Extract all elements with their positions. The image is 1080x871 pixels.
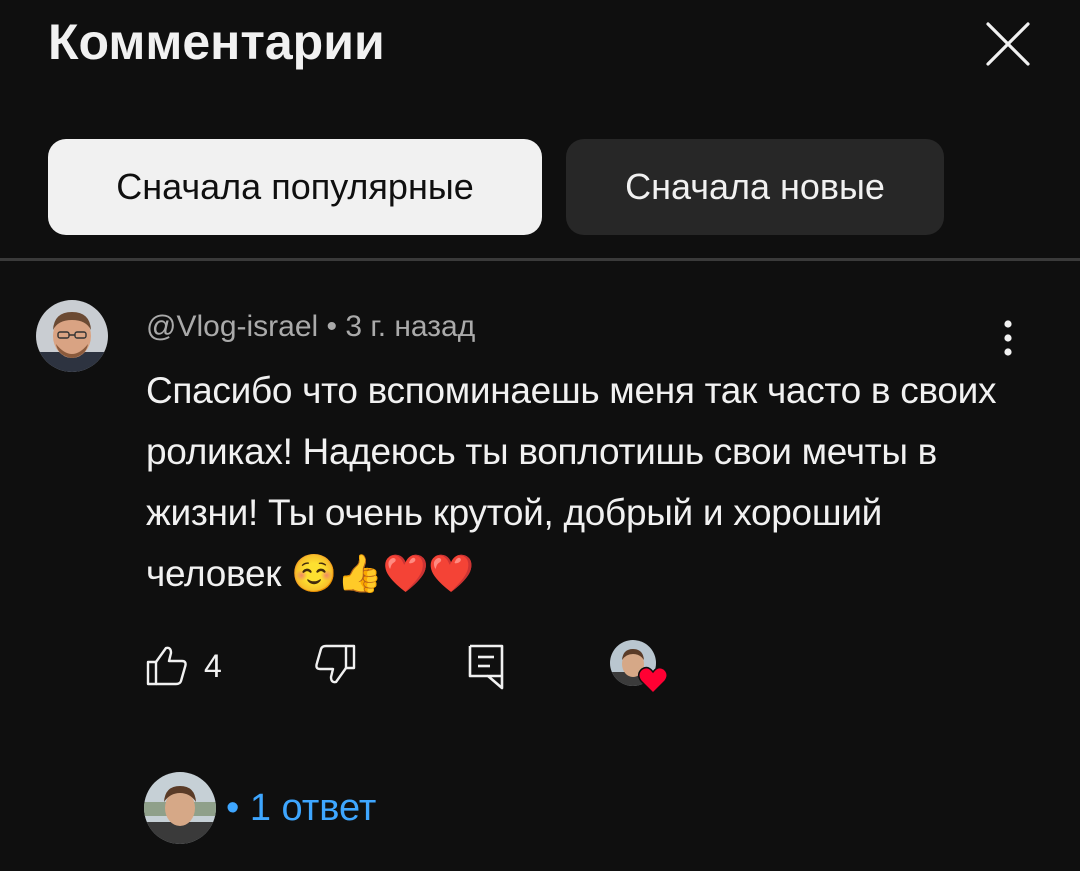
dislike-button[interactable] <box>312 642 358 688</box>
thumbs-up-icon <box>146 646 187 686</box>
thumbs-down-icon <box>315 644 356 684</box>
page-title: Комментарии <box>48 14 385 70</box>
reply-icon <box>468 644 504 690</box>
reply-avatar <box>144 772 216 844</box>
creator-heart-badge <box>608 638 672 698</box>
sort-chips: Сначала популярные Сначала новые <box>48 139 944 235</box>
comment-meta: @Vlog-israel • 3 г. назад <box>146 308 475 346</box>
comment-actions: 4 <box>0 638 1080 698</box>
like-button[interactable] <box>144 642 190 688</box>
like-count: 4 <box>204 648 222 684</box>
sort-chip-top[interactable]: Сначала популярные <box>48 139 542 235</box>
divider <box>0 258 1080 261</box>
author-avatar[interactable] <box>36 300 108 372</box>
avatar-image <box>36 300 108 372</box>
replies-count: • 1 ответ <box>226 786 377 829</box>
reply-button[interactable] <box>466 642 506 690</box>
heart-icon <box>638 666 668 694</box>
comment-text: Спасибо что вспоминаешь меня так часто в… <box>146 370 997 594</box>
sort-chip-newest[interactable]: Сначала новые <box>566 139 944 235</box>
reply-avatar-image <box>144 772 216 844</box>
comment-menu-button[interactable] <box>994 314 1022 362</box>
close-icon <box>986 22 1030 66</box>
comment-author[interactable]: @Vlog-israel <box>146 310 318 343</box>
more-vert-icon <box>1004 320 1012 356</box>
comment-time: 3 г. назад <box>345 310 476 343</box>
meta-separator: • <box>326 310 338 343</box>
view-replies-button[interactable]: • 1 ответ <box>144 772 376 844</box>
close-button[interactable] <box>978 14 1038 74</box>
